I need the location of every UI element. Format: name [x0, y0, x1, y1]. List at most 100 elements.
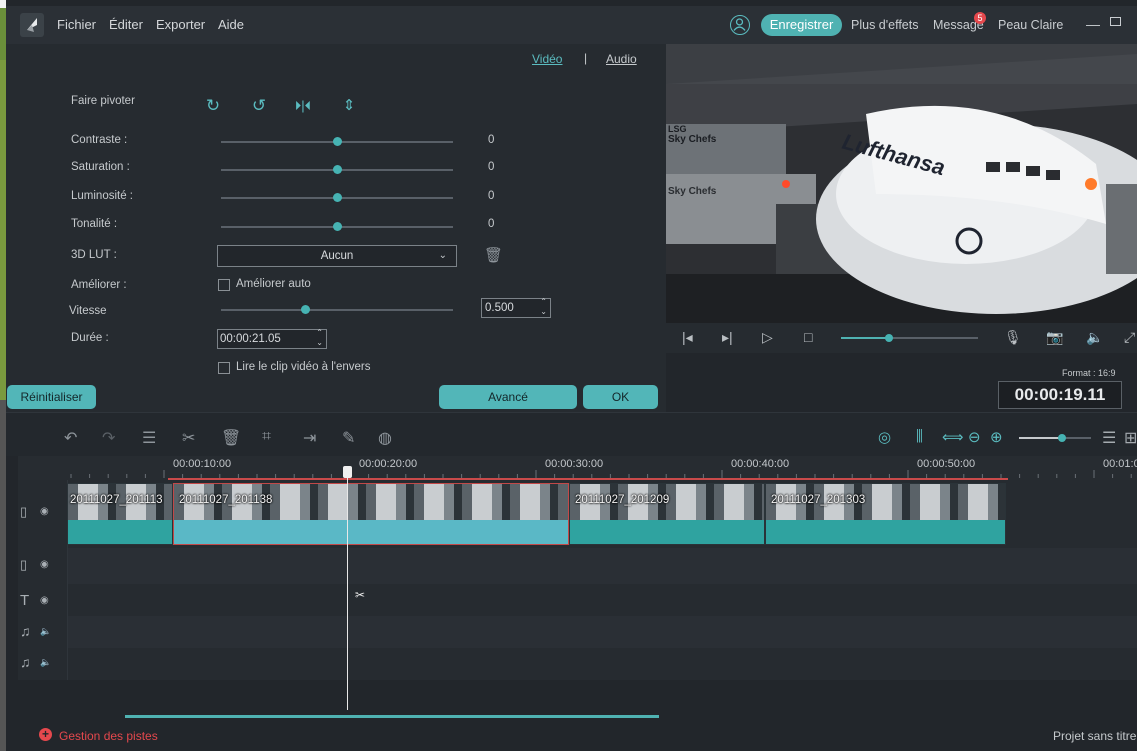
lut-label: 3D LUT : [71, 249, 117, 261]
duration-label: Durée : [71, 332, 109, 344]
crop-icon[interactable]: ⌗ [262, 428, 271, 446]
register-button[interactable]: Enregistrer [761, 14, 842, 36]
overlay-track[interactable] [68, 548, 1137, 584]
redo-icon[interactable]: ↷ [102, 428, 115, 448]
playhead[interactable] [347, 470, 348, 710]
zoom-slider-knob[interactable] [1058, 434, 1067, 442]
menu-edit[interactable]: Éditer [109, 17, 143, 32]
duration-input[interactable]: 00:00:21.05 ⌃ ⌄ [217, 328, 327, 349]
account-icon[interactable] [730, 15, 750, 35]
zoom-in-icon[interactable]: ⊕ [990, 428, 1003, 446]
skip-back-icon[interactable]: |◂ [682, 329, 693, 346]
grid-view-icon[interactable]: ⊞ [1124, 428, 1137, 448]
hue-slider-knob[interactable] [333, 222, 342, 231]
text-track-icon: T [20, 592, 30, 609]
timeline-ruler[interactable]: 00:00:10:00 00:00:20:00 00:00:30:00 00:0… [18, 456, 1137, 480]
saturation-slider-knob[interactable] [333, 165, 342, 174]
speed-slider-knob[interactable] [301, 305, 310, 314]
menu-file[interactable]: Fichier [57, 17, 96, 32]
import-icon[interactable]: ⇥ [303, 428, 316, 448]
timeline-clip[interactable]: 20111027_201209 [569, 483, 765, 545]
clip-name: 20111027_201209 [575, 494, 670, 506]
more-effects-link[interactable]: Plus d'effets [851, 18, 918, 32]
user-name[interactable]: Peau Claire [998, 18, 1063, 32]
timeline-scrollbar[interactable] [125, 715, 659, 718]
text-track[interactable] [68, 584, 1137, 616]
trash-icon[interactable]: 🗑 [484, 246, 503, 264]
minimize-icon[interactable]: — [1086, 16, 1100, 32]
menu-help[interactable]: Aide [218, 17, 244, 32]
music-track-1[interactable] [68, 616, 1137, 648]
playback-progress[interactable] [841, 337, 978, 339]
microphone-icon[interactable]: 🎙 [1004, 329, 1022, 346]
add-circle-icon[interactable]: + [39, 728, 52, 741]
advanced-button[interactable]: Avancé [439, 385, 577, 409]
volume-icon[interactable]: 🔈 [40, 657, 51, 668]
eye-icon[interactable]: ◉ [40, 506, 49, 517]
speed-input[interactable]: 0.500 ⌃ ⌄ [481, 297, 551, 318]
playback-progress-knob[interactable] [884, 334, 893, 342]
maximize-icon[interactable] [1110, 17, 1121, 26]
stepper-icon[interactable]: ⌃ ⌄ [316, 328, 323, 348]
reverse-checkbox[interactable] [218, 362, 230, 374]
stepper-icon[interactable]: ⌃ ⌄ [540, 297, 547, 317]
contrast-slider-knob[interactable] [333, 137, 342, 146]
ruler-label: 00:00:40:00 [731, 458, 790, 470]
cut-icon[interactable]: ✂ [182, 428, 195, 448]
camera-icon[interactable]: 📷 [1046, 329, 1063, 346]
video-preview[interactable]: LSG Sky Chefs Sky Chefs Lufthansa [666, 44, 1137, 323]
volume-icon[interactable]: 🔈 [40, 626, 51, 637]
step-forward-icon[interactable]: ▸| [722, 329, 733, 346]
zoom-out-icon[interactable]: ⊖ [968, 428, 981, 446]
volume-icon[interactable]: 🔈 [1086, 329, 1103, 346]
eye-icon[interactable]: ◉ [40, 595, 49, 606]
adjust-icon[interactable]: ☰ [142, 428, 156, 448]
manage-tracks-link[interactable]: Gestion des pistes [59, 729, 158, 743]
music-track-2[interactable] [68, 648, 1137, 680]
tab-audio[interactable]: Audio [606, 52, 637, 66]
brightness-slider-knob[interactable] [333, 193, 342, 202]
tab-separator: | [584, 51, 588, 65]
enhance-auto-checkbox[interactable] [218, 279, 230, 291]
playhead-handle[interactable] [343, 466, 352, 478]
preview-frame [666, 44, 1137, 323]
color-palette-icon[interactable]: ◍ [378, 428, 392, 448]
timeline-clip[interactable]: 20111027_201113 [67, 483, 173, 545]
zoom-slider-fill [1019, 437, 1063, 439]
marker-icon[interactable]: ✎ [342, 428, 355, 448]
hue-value: 0 [488, 218, 495, 230]
delete-icon[interactable]: 🗑 [221, 428, 241, 448]
scene-text: LSG [668, 124, 687, 134]
timeline-gutter [6, 456, 18, 724]
list-view-icon[interactable]: ☰ [1102, 428, 1116, 448]
duration-input-value: 00:00:21.05 [220, 333, 281, 345]
reset-button[interactable]: Réinitialiser [7, 385, 96, 409]
timeline-clip-selected[interactable]: 20111027_201138 [173, 483, 569, 545]
fullscreen-icon[interactable]: ⤢ [1124, 329, 1135, 346]
menu-export[interactable]: Exporter [156, 17, 205, 32]
zoom-slider[interactable] [1019, 437, 1091, 439]
stop-icon[interactable]: □ [804, 329, 812, 345]
fit-icon[interactable]: ⟺ [942, 428, 964, 446]
render-icon[interactable]: ◎ [878, 428, 891, 446]
undo-icon[interactable]: ↶ [64, 428, 77, 448]
rotate-left-icon[interactable]: ↺ [248, 95, 270, 117]
reverse-label: Lire le clip vidéo à l'envers [236, 361, 371, 373]
scissors-cursor-icon: ✂ [355, 588, 366, 602]
rotate-right-icon[interactable]: ↻ [202, 95, 224, 117]
tab-video[interactable]: Vidéo [532, 52, 562, 66]
flip-vertical-icon[interactable]: ⇕ [338, 95, 360, 117]
menubar: Fichier Éditer Exporter Aide Enregistrer… [6, 6, 1137, 44]
eye-icon[interactable]: ◉ [40, 559, 49, 570]
timeline-clip[interactable]: 20111027_201303 [765, 483, 1006, 545]
project-name: Projet sans titre [1053, 729, 1137, 743]
play-icon[interactable]: ▷ [762, 329, 773, 346]
enhance-auto-label: Améliorer auto [236, 278, 311, 290]
clip-edit-panel: Vidéo | Audio Faire pivoter ↻ ↺ ⏵|⏴ ⇕ Co… [6, 44, 666, 412]
contrast-value: 0 [488, 134, 495, 146]
flip-horizontal-icon[interactable]: ⏵|⏴ [292, 95, 314, 117]
audio-mixer-icon[interactable]: ⫼ [916, 428, 923, 445]
speed-slider[interactable] [221, 309, 453, 311]
lut-select[interactable]: Aucun ⌄ [217, 245, 457, 267]
ok-button[interactable]: OK [583, 385, 658, 409]
